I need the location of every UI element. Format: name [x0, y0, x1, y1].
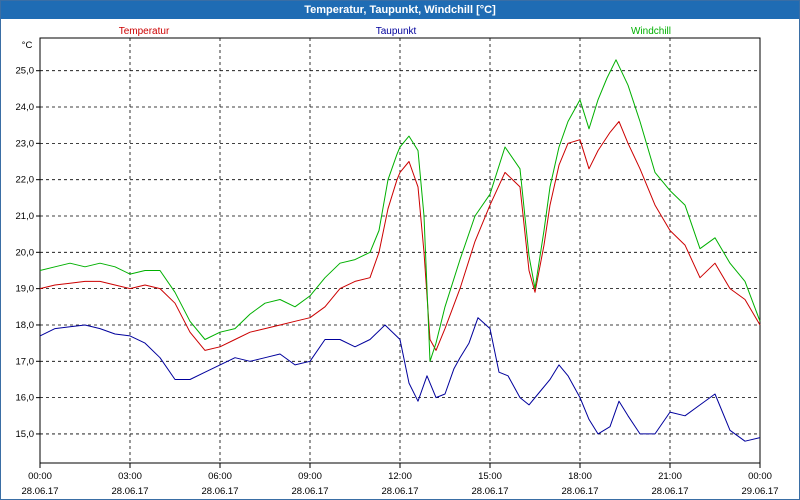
x-tick-date: 28.06.17 — [292, 486, 329, 497]
x-tick-time: 00:00 — [748, 471, 772, 482]
x-tick-time: 00:00 — [28, 471, 52, 482]
x-tick-time: 06:00 — [208, 471, 232, 482]
y-tick-label: 16,0 — [16, 393, 35, 404]
x-tick-date: 28.06.17 — [22, 486, 59, 497]
x-tick-time: 12:00 — [388, 471, 412, 482]
y-unit-label: °C — [22, 40, 33, 51]
y-tick-label: 22,0 — [16, 175, 35, 186]
x-tick-date: 29.06.17 — [742, 486, 779, 497]
y-tick-label: 18,0 — [16, 320, 35, 331]
y-tick-label: 24,0 — [16, 102, 35, 113]
y-tick-label: 21,0 — [16, 211, 35, 222]
x-tick-date: 28.06.17 — [202, 486, 239, 497]
x-tick-date: 28.06.17 — [562, 486, 599, 497]
y-tick-label: 25,0 — [16, 66, 35, 77]
x-tick-time: 21:00 — [658, 471, 682, 482]
y-tick-label: 17,0 — [16, 356, 35, 367]
chart-canvas: 15,0 16,0 17,0 18,0 19,0 20,0 21,0 22,0 23,0 24,0… — [16, 26, 779, 497]
x-tick-time: 09:00 — [298, 471, 322, 482]
x-tick-date: 28.06.17 — [112, 486, 149, 497]
x-tick-date: 28.06.17 — [472, 486, 509, 497]
x-tick-time: 03:00 — [118, 471, 142, 482]
legend-label-taupunkt: Taupunkt — [376, 26, 417, 37]
x-tick-date: 28.06.17 — [382, 486, 419, 497]
y-tick-label: 15,0 — [16, 429, 35, 440]
chart-window: Temperatur, Taupunkt, Windchill [°C] 15,… — [0, 0, 800, 500]
x-tick-time: 18:00 — [568, 471, 592, 482]
x-tick-time: 15:00 — [478, 471, 502, 482]
y-tick-label: 20,0 — [16, 247, 35, 258]
legend-label-temperatur: Temperatur — [119, 26, 170, 37]
legend: Temperatur Taupunkt Windchill — [119, 26, 671, 37]
x-tick-date: 28.06.17 — [652, 486, 689, 497]
y-tick-label: 19,0 — [16, 284, 35, 295]
legend-label-windchill: Windchill — [631, 26, 671, 37]
grid — [40, 38, 760, 463]
y-tick-label: 23,0 — [16, 138, 35, 149]
